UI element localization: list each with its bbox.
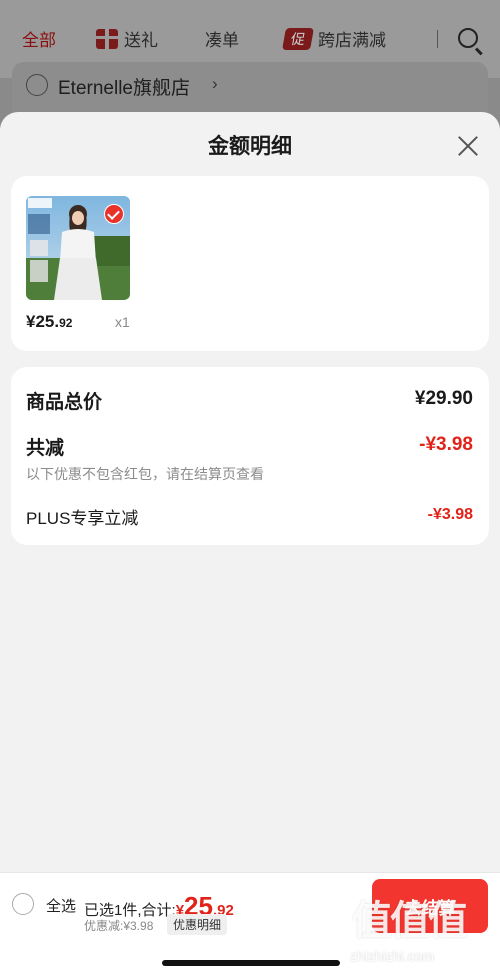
product-price: ¥25.92 xyxy=(26,312,72,332)
tab-cross-store[interactable]: 促 跨店满减 xyxy=(282,26,386,51)
product-price-dec: 92 xyxy=(59,316,73,330)
select-all-label[interactable]: 全选 xyxy=(46,895,76,916)
product-thumbnail[interactable] xyxy=(26,196,130,300)
price-summary-card: 商品总价 ¥29.90 共减 -¥3.98 以下优惠不包含红包，请在结算页查看 … xyxy=(11,367,489,545)
tab-bundle-label: 凑单 xyxy=(205,31,239,50)
product-quantity: x1 xyxy=(115,314,130,330)
discount-note: 以下优惠不包含红包，请在结算页查看 xyxy=(26,466,264,482)
home-indicator[interactable] xyxy=(162,960,340,966)
discount-amount: 优惠减:¥3.98 xyxy=(84,919,154,933)
select-all-radio[interactable] xyxy=(12,893,34,915)
shop-select-radio[interactable] xyxy=(26,74,48,96)
tab-cross-store-label: 跨店满减 xyxy=(318,31,386,50)
tab-divider xyxy=(437,30,438,48)
tab-gift-label: 送礼 xyxy=(124,31,158,50)
selected-check-icon xyxy=(104,204,124,224)
sheet-title: 金额明细 xyxy=(208,135,292,158)
total-price-value: ¥29.90 xyxy=(414,388,473,409)
plus-discount-value: -¥3.98 xyxy=(427,506,473,523)
gift-icon xyxy=(96,28,118,49)
tab-gift[interactable]: 送礼 xyxy=(96,26,158,51)
product-card: ¥25.92 x1 xyxy=(11,176,489,351)
shop-name[interactable]: Eternelle旗舰店 xyxy=(58,73,190,100)
search-icon[interactable] xyxy=(458,28,478,48)
close-icon[interactable] xyxy=(456,134,480,158)
checkout-button[interactable]: 去结算 xyxy=(372,879,488,933)
chevron-right-icon: › xyxy=(212,74,218,93)
amount-detail-sheet: 金额明细 ¥25.92 x1 商品总价 ¥29.90 共减 -¥3.98 以下优… xyxy=(0,112,500,872)
product-price-int: ¥25. xyxy=(26,312,60,331)
shop-header: Eternelle旗舰店 › xyxy=(12,62,488,112)
discount-detail-button[interactable]: 优惠明细 xyxy=(167,914,228,935)
total-price-label: 商品总价 xyxy=(26,392,103,413)
plus-discount-label: PLUS专享立减 xyxy=(26,509,139,528)
promo-badge-icon: 促 xyxy=(282,27,314,50)
tab-all[interactable]: 全部 xyxy=(22,26,56,51)
total-reduction-label: 共减 xyxy=(26,438,65,459)
tab-all-label: 全部 xyxy=(22,31,56,50)
total-reduction-value: -¥3.98 xyxy=(419,434,473,455)
tab-bundle[interactable]: 凑单 xyxy=(205,26,239,51)
